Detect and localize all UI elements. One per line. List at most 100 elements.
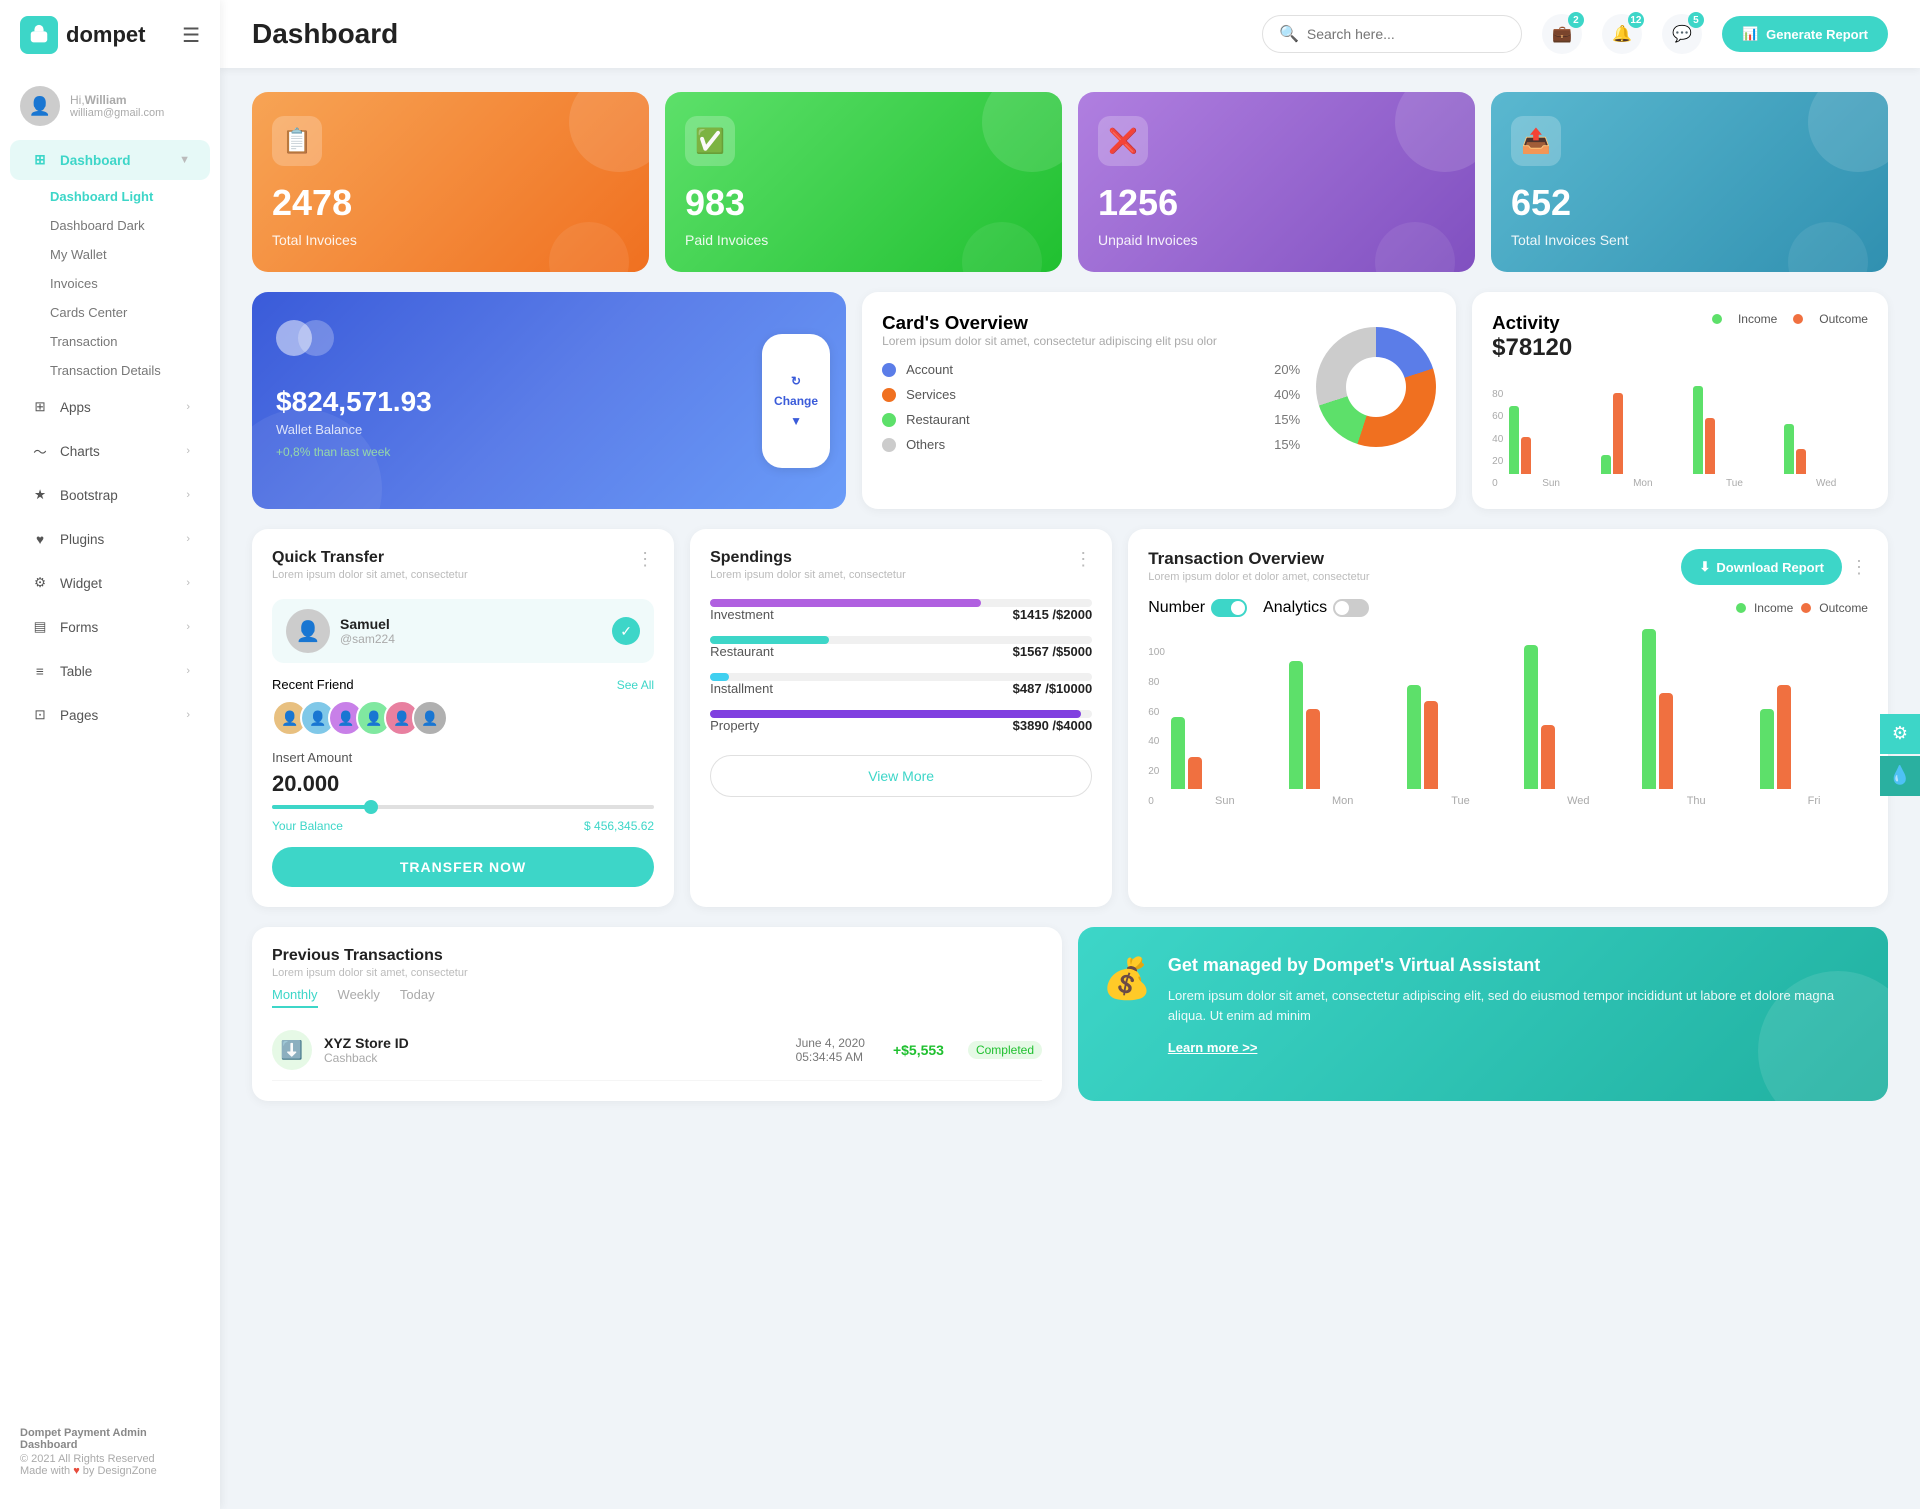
insert-amount-label: Insert Amount xyxy=(272,750,654,765)
sidebar-item-plugins[interactable]: ♥ Plugins › xyxy=(10,519,210,559)
prev-tx-subtitle: Lorem ipsum dolor sit amet, consectetur xyxy=(272,967,1042,979)
card-chips xyxy=(276,320,822,356)
bar-tue-income xyxy=(1693,386,1703,474)
wallet-icon: 💼 xyxy=(1552,24,1572,44)
va-icon: 💰 xyxy=(1102,955,1152,1002)
va-description: Lorem ipsum dolor sit amet, consectetur … xyxy=(1168,986,1864,1025)
tab-monthly[interactable]: Monthly xyxy=(272,987,318,1008)
message-icon-btn[interactable]: 💬 5 xyxy=(1662,14,1702,54)
transfer-now-button[interactable]: TRANSFER NOW xyxy=(272,847,654,887)
pie-inner xyxy=(1346,357,1406,417)
three-dot-menu-transfer[interactable]: ⋮ xyxy=(636,549,654,570)
card-overview-title: Card's Overview xyxy=(882,312,1300,334)
friends-avatar-list: 👤 👤 👤 👤 👤 👤 xyxy=(272,700,654,736)
sidebar-item-label-forms: Forms xyxy=(60,620,98,635)
tx-outcome-label: Outcome xyxy=(1819,601,1868,615)
transfer-user-name: Samuel xyxy=(340,616,395,632)
submenu-item-invoices[interactable]: Invoices xyxy=(30,269,220,298)
y-axis: 0 20 40 60 80 xyxy=(1492,389,1503,489)
wallet-icon-btn[interactable]: 💼 2 xyxy=(1542,14,1582,54)
generate-btn-label: Generate Report xyxy=(1766,27,1868,42)
bar-sun-income xyxy=(1509,406,1519,474)
pages-icon: ⊡ xyxy=(30,705,50,725)
search-input[interactable] xyxy=(1307,26,1487,42)
heart-icon: ♥ xyxy=(30,529,50,549)
wallet-label: Wallet Balance xyxy=(276,422,822,437)
bell-icon-btn[interactable]: 🔔 12 xyxy=(1602,14,1642,54)
download-btn-label: Download Report xyxy=(1716,560,1824,575)
user-name: William xyxy=(85,93,127,107)
submenu-item-cards-center[interactable]: Cards Center xyxy=(30,298,220,327)
large-bar-thu-income xyxy=(1642,629,1656,789)
download-report-button[interactable]: ⬇ Download Report xyxy=(1681,549,1842,585)
change-button[interactable]: ↻ Change ▼ xyxy=(762,334,830,468)
prev-tx-title: Previous Transactions xyxy=(272,947,1042,965)
sidebar-item-bootstrap[interactable]: ★ Bootstrap › xyxy=(10,475,210,515)
large-x-mon: Mon xyxy=(1289,795,1397,807)
large-bar-tue-outcome xyxy=(1424,701,1438,789)
analytics-toggle-switch[interactable] xyxy=(1333,599,1369,617)
submenu-item-dashboard-dark[interactable]: Dashboard Dark xyxy=(30,211,220,240)
submenu-item-transaction-details[interactable]: Transaction Details xyxy=(30,356,220,385)
x-label-sun: Sun xyxy=(1509,478,1593,489)
stat-value-total: 2478 xyxy=(272,182,629,224)
amount-section: Insert Amount 20.000 xyxy=(272,750,654,809)
sidebar-item-apps[interactable]: ⊞ Apps › xyxy=(10,387,210,427)
friend-avatar-6[interactable]: 👤 xyxy=(412,700,448,736)
amount-slider[interactable] xyxy=(272,805,654,809)
submenu-item-transaction[interactable]: Transaction xyxy=(30,327,220,356)
overview-row-services: Services 40% xyxy=(882,387,1300,402)
tab-today[interactable]: Today xyxy=(400,987,435,1008)
sidebar-item-pages[interactable]: ⊡ Pages › xyxy=(10,695,210,735)
sidebar-item-dashboard[interactable]: ⊞ Dashboard ▼ xyxy=(10,140,210,180)
transfer-user-card: 👤 Samuel @sam224 ✓ xyxy=(272,599,654,663)
va-learn-more-link[interactable]: Learn more >> xyxy=(1168,1040,1258,1055)
invoice-icon: 📋 xyxy=(272,116,322,166)
view-more-button[interactable]: View More xyxy=(710,755,1092,797)
tx-row-name: XYZ Store ID xyxy=(324,1035,409,1051)
logo-icon xyxy=(20,16,58,54)
number-toggle-switch[interactable] xyxy=(1211,599,1247,617)
large-bar-group-tue xyxy=(1407,685,1515,789)
tx-overview-subtitle: Lorem ipsum dolor et dolor amet, consect… xyxy=(1148,571,1369,583)
bar-sun-outcome xyxy=(1521,437,1531,474)
sidebar-item-label-plugins: Plugins xyxy=(60,532,104,547)
search-box[interactable]: 🔍 xyxy=(1262,15,1522,53)
sidebar-item-charts[interactable]: 〜 Charts › xyxy=(10,431,210,471)
x-label-tue: Tue xyxy=(1693,478,1777,489)
services-pct: 40% xyxy=(1274,387,1300,402)
tab-weekly[interactable]: Weekly xyxy=(338,987,380,1008)
bar-wed-outcome xyxy=(1796,449,1806,474)
generate-report-button[interactable]: 📊 Generate Report xyxy=(1722,16,1888,52)
spending-name-restaurant: Restaurant xyxy=(710,644,774,659)
chevron-right-icon-pages: › xyxy=(186,709,190,721)
stat-card-unpaid-invoices: ❌ 1256 Unpaid Invoices xyxy=(1078,92,1475,272)
wallet-badge: 2 xyxy=(1568,12,1584,28)
sidebar-item-forms[interactable]: ▤ Forms › xyxy=(10,607,210,647)
restaurant-dot xyxy=(882,413,896,427)
hamburger-icon[interactable]: ☰ xyxy=(182,23,200,48)
sidebar-item-widget[interactable]: ⚙ Widget › xyxy=(10,563,210,603)
bar-tue-outcome xyxy=(1705,418,1715,474)
submenu-item-dashboard-light[interactable]: Dashboard Light xyxy=(30,182,220,211)
tx-row-icon: ⬇️ xyxy=(272,1030,312,1070)
tx-toggles: Number Analytics Income Outcome xyxy=(1148,599,1868,617)
services-dot xyxy=(882,388,896,402)
tx-outcome-dot xyxy=(1801,603,1811,613)
footer-copy: © 2021 All Rights Reserved xyxy=(20,1453,200,1465)
virtual-assistant-card: 💰 Get managed by Dompet's Virtual Assist… xyxy=(1078,927,1888,1101)
wallet-change-value: +0,8% than last week xyxy=(276,445,390,459)
stat-label-paid: Paid Invoices xyxy=(685,232,1042,248)
three-dot-menu-spendings[interactable]: ⋮ xyxy=(1074,549,1092,570)
slider-thumb[interactable] xyxy=(364,800,378,814)
charts-icon: 〜 xyxy=(30,441,50,461)
settings-side-icon[interactable]: ⚙ xyxy=(1880,714,1920,754)
submenu-item-my-wallet[interactable]: My Wallet xyxy=(30,240,220,269)
three-dot-menu-tx[interactable]: ⋮ xyxy=(1850,557,1868,578)
see-all-link[interactable]: See All xyxy=(617,678,654,692)
stat-value-unpaid: 1256 xyxy=(1098,182,1455,224)
stat-label-sent: Total Invoices Sent xyxy=(1511,232,1868,248)
drop-side-icon[interactable]: 💧 xyxy=(1880,756,1920,796)
sidebar-item-table[interactable]: ≡ Table › xyxy=(10,651,210,691)
avatar: 👤 xyxy=(20,86,60,126)
